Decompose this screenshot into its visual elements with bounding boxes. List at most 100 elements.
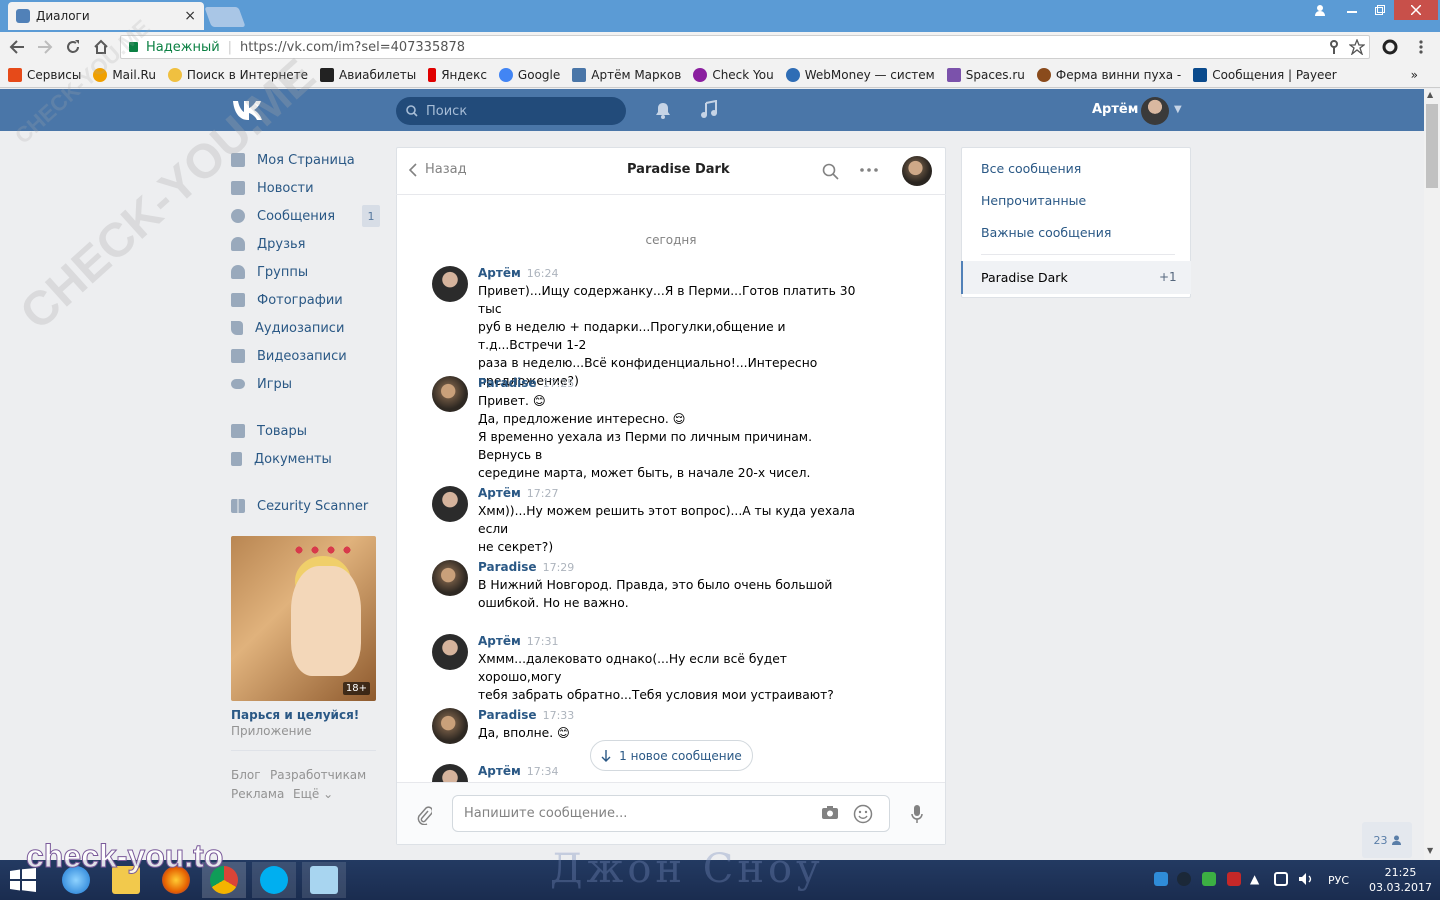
secure-label: Надежный: [146, 39, 220, 55]
chrome-menu-icon[interactable]: [1418, 39, 1424, 55]
sidebar-item-market[interactable]: Товары: [231, 420, 307, 442]
keyboard-language[interactable]: РУС: [1328, 874, 1349, 887]
bell-icon[interactable]: [654, 101, 672, 119]
skype-icon[interactable]: [252, 862, 296, 898]
message-author[interactable]: Paradise 17:29: [478, 560, 574, 574]
search-bookmark-icon: [167, 67, 182, 82]
footer-more-link[interactable]: Ещё ⌄: [293, 787, 333, 801]
scroll-up-icon[interactable]: ▲: [1427, 90, 1433, 99]
sidebar-item-friends[interactable]: Друзья: [231, 233, 306, 255]
message-input-placeholder: Напишите сообщение...: [464, 806, 628, 821]
sidebar-item-messages[interactable]: Сообщения: [231, 205, 335, 227]
extension-icon[interactable]: [1382, 39, 1398, 55]
game-title-link[interactable]: Парься и целуйся!: [231, 708, 359, 722]
chat-title[interactable]: Paradise Dark: [627, 162, 730, 177]
header-user-name[interactable]: Артём: [1092, 102, 1138, 117]
sidebar-item-games[interactable]: Игры: [231, 373, 292, 395]
game-art-flowers: [291, 542, 357, 562]
sidebar-item-docs[interactable]: Документы: [231, 448, 332, 470]
bookmark-spaces[interactable]: Spaces.ru: [946, 67, 1025, 82]
tray-red-icon[interactable]: [1227, 872, 1241, 886]
sidebar-item-photos[interactable]: Фотографии: [231, 289, 343, 311]
bookmark-artem[interactable]: Артём Марков: [572, 67, 681, 82]
message-author[interactable]: Артём 17:27: [478, 486, 558, 500]
filter-important[interactable]: Важные сообщения: [981, 225, 1111, 240]
message-author[interactable]: Артём 17:34: [478, 764, 558, 778]
bookmark-farm[interactable]: Ферма винни пуха -: [1036, 67, 1181, 82]
chat-search-icon[interactable]: [822, 163, 839, 180]
message-avatar[interactable]: [432, 560, 468, 596]
message-avatar[interactable]: [432, 634, 468, 670]
message-avatar[interactable]: [432, 266, 468, 302]
message-avatar[interactable]: [432, 708, 468, 744]
filter-all-messages[interactable]: Все сообщения: [981, 161, 1081, 176]
notepad-icon[interactable]: [302, 862, 346, 898]
minimize-button[interactable]: [1338, 0, 1366, 20]
bookmark-google[interactable]: Google: [498, 67, 560, 82]
dialog-tab-name[interactable]: Paradise Dark: [981, 270, 1068, 285]
sidebar-item-video[interactable]: Видеозаписи: [231, 345, 347, 367]
new-tab-button[interactable]: [204, 7, 246, 27]
message-avatar[interactable]: [432, 486, 468, 522]
browser-tab[interactable]: Диалоги ×: [8, 2, 204, 30]
back-button[interactable]: Назад: [409, 162, 467, 177]
network-icon[interactable]: [1274, 872, 1288, 886]
footer-ads-link[interactable]: Реклама: [231, 787, 284, 801]
message-avatar[interactable]: [432, 764, 468, 782]
scrollbar-thumb[interactable]: [1426, 104, 1438, 188]
emoji-smile-icon[interactable]: [853, 804, 873, 824]
message-author[interactable]: Paradise 17:25: [478, 376, 574, 390]
sidebar-item-groups[interactable]: Группы: [231, 261, 308, 283]
bookmark-star-icon[interactable]: [1349, 39, 1365, 55]
new-message-button[interactable]: 1 новое сообщение: [590, 740, 753, 771]
bookmark-checkyou[interactable]: Check You: [693, 67, 774, 82]
clock-time: 21:25: [1384, 866, 1417, 879]
tray-up-arrow-icon[interactable]: ▲: [1250, 872, 1259, 886]
filter-unread[interactable]: Непрочитанные: [981, 193, 1086, 208]
bookmark-avia[interactable]: Авиабилеты: [320, 67, 416, 82]
sidebar-item-news[interactable]: Новости: [231, 177, 314, 199]
chevron-left-icon: [409, 162, 417, 177]
restore-button[interactable]: [1366, 0, 1394, 20]
sidebar-item-audio[interactable]: Аудиозаписи: [231, 317, 344, 339]
more-bookmarks-icon[interactable]: »: [1411, 68, 1418, 82]
address-bar[interactable]: Надежный | https://vk.com/im?sel=4073358…: [120, 35, 1370, 59]
chevron-down-icon[interactable]: ▼: [1174, 104, 1182, 115]
tab-close-icon[interactable]: ×: [184, 8, 196, 24]
key-icon[interactable]: [1328, 40, 1340, 54]
footer-devs-link[interactable]: Разработчикам: [270, 768, 366, 782]
scroll-down-icon[interactable]: ▼: [1427, 846, 1433, 855]
attach-paperclip-icon[interactable]: [416, 805, 432, 825]
game-ad-image[interactable]: 18+: [231, 536, 376, 701]
message-author[interactable]: Артём 16:24: [478, 266, 558, 280]
message-author[interactable]: Paradise 17:33: [478, 708, 574, 722]
message-avatar[interactable]: [432, 376, 468, 412]
footer-blog-link[interactable]: Блог: [231, 768, 261, 782]
music-note-icon[interactable]: [700, 100, 718, 120]
microphone-icon[interactable]: [910, 804, 924, 824]
header-avatar[interactable]: [1141, 97, 1169, 125]
sidebar-item-cezurity[interactable]: Cezurity Scanner: [231, 495, 368, 517]
bookmark-payeer[interactable]: Сообщения | Payeer: [1193, 67, 1337, 82]
forward-arrow-icon[interactable]: [34, 36, 56, 58]
more-actions-icon[interactable]: [859, 160, 879, 180]
bookmark-webmoney[interactable]: WebMoney — систем: [785, 67, 935, 82]
back-arrow-icon[interactable]: [6, 36, 28, 58]
close-window-button[interactable]: [1394, 0, 1438, 20]
bookmark-yandex[interactable]: Яндекс: [428, 67, 487, 82]
system-clock[interactable]: 21:25 03.03.2017: [1369, 865, 1432, 895]
peer-avatar[interactable]: [902, 156, 932, 186]
url-text[interactable]: https://vk.com/im?sel=407335878: [240, 40, 465, 55]
tray-app-icon[interactable]: [1154, 872, 1168, 886]
tray-green-icon[interactable]: [1202, 872, 1216, 886]
vk-search-input[interactable]: Поиск: [396, 97, 626, 125]
message-author[interactable]: Артём 17:31: [478, 634, 558, 648]
user-profile-icon[interactable]: [1308, 0, 1332, 20]
camera-icon[interactable]: [821, 805, 839, 820]
page-scrollbar[interactable]: [1424, 89, 1440, 860]
app-icon: [231, 499, 245, 513]
reload-icon[interactable]: [62, 36, 84, 58]
steam-icon[interactable]: [1177, 872, 1191, 886]
online-friends-button[interactable]: 23: [1362, 822, 1412, 858]
volume-icon[interactable]: [1298, 872, 1314, 886]
